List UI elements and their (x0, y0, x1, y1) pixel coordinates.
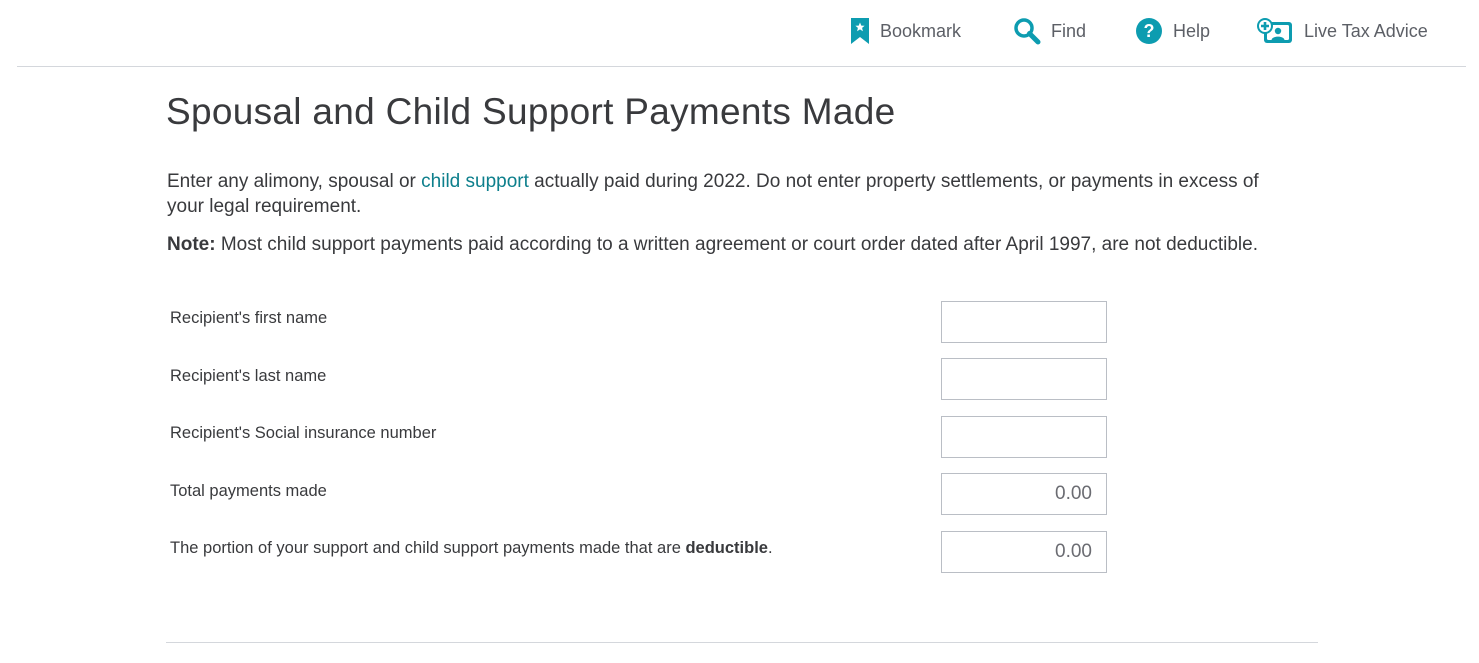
bookmark-icon (850, 17, 870, 45)
note-paragraph: Note: Most child support payments paid a… (167, 232, 1277, 257)
help-icon: ? (1135, 17, 1163, 45)
find-button[interactable]: Find (1013, 16, 1086, 46)
help-button[interactable]: ? Help (1135, 16, 1210, 46)
deductible-portion-label: The portion of your support and child su… (170, 539, 773, 558)
deductible-portion-input[interactable] (941, 531, 1107, 573)
last-name-label: Recipient's last name (170, 367, 327, 385)
search-icon (1013, 17, 1041, 45)
live-tax-advice-label: Live Tax Advice (1304, 20, 1428, 41)
deductible-label-period: . (767, 539, 773, 557)
deductible-label-bold: deductible (685, 539, 768, 557)
first-name-label: Recipient's first name (170, 309, 328, 327)
intro-text-before: Enter any alimony, spousal or (167, 171, 422, 192)
deductible-label-text: The portion of your support and child su… (170, 539, 686, 557)
live-tax-advice-button[interactable]: Live Tax Advice (1256, 16, 1428, 46)
bottom-divider (166, 642, 1318, 643)
child-support-link[interactable]: child support (421, 171, 529, 192)
top-toolbar (17, 0, 1466, 67)
intro-paragraph: Enter any alimony, spousal or child supp… (167, 169, 1277, 219)
page-title: Spousal and Child Support Payments Made (166, 91, 896, 132)
help-label: Help (1173, 20, 1211, 41)
first-name-input[interactable] (941, 301, 1107, 343)
bookmark-label: Bookmark (880, 20, 962, 41)
sin-label: Recipient's Social insurance number (170, 424, 437, 442)
total-payments-input[interactable] (941, 473, 1107, 515)
last-name-input[interactable] (941, 358, 1107, 400)
total-payments-label: Total payments made (170, 482, 327, 500)
live-advice-icon (1256, 17, 1294, 45)
bookmark-button[interactable]: Bookmark (850, 16, 961, 46)
svg-text:?: ? (1144, 21, 1155, 41)
sin-input[interactable] (941, 416, 1107, 458)
note-label: Note: (167, 234, 216, 255)
find-label: Find (1051, 20, 1087, 41)
note-text: Most child support payments paid accordi… (215, 234, 1258, 255)
